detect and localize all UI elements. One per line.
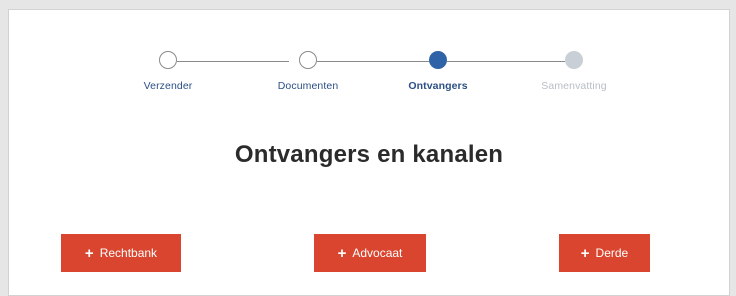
plus-icon: + — [84, 244, 94, 262]
step-documenten[interactable]: Documenten — [248, 51, 368, 92]
add-advocaat-button[interactable]: + Advocaat — [314, 234, 426, 272]
add-rechtbank-button[interactable]: + Rechtbank — [61, 234, 181, 272]
step-circle-completed — [299, 51, 317, 69]
add-derde-label: Derde — [595, 246, 629, 260]
step-label: Documenten — [277, 80, 339, 92]
step-label: Ontvangers — [408, 80, 468, 92]
step-circle-active — [429, 51, 447, 69]
page-title: Ontvangers en kanalen — [234, 141, 504, 168]
step-verzender[interactable]: Verzender — [108, 51, 228, 92]
step-circle-completed — [159, 51, 177, 69]
step-ontvangers[interactable]: Ontvangers — [378, 51, 498, 92]
add-rechtbank-label: Rechtbank — [99, 246, 158, 260]
step-label: Samenvatting — [541, 80, 607, 92]
add-advocaat-label: Advocaat — [352, 246, 403, 260]
step-label: Verzender — [143, 80, 193, 92]
recipients-panel: Verzender Documenten Ontvangers Samenvat… — [8, 9, 730, 296]
plus-icon: + — [337, 244, 347, 262]
add-derde-button[interactable]: + Derde — [559, 234, 650, 272]
progress-stepper: Verzender Documenten Ontvangers Samenvat… — [9, 10, 729, 120]
step-samenvatting: Samenvatting — [514, 51, 634, 92]
plus-icon: + — [580, 244, 590, 262]
step-circle-upcoming — [565, 51, 583, 69]
